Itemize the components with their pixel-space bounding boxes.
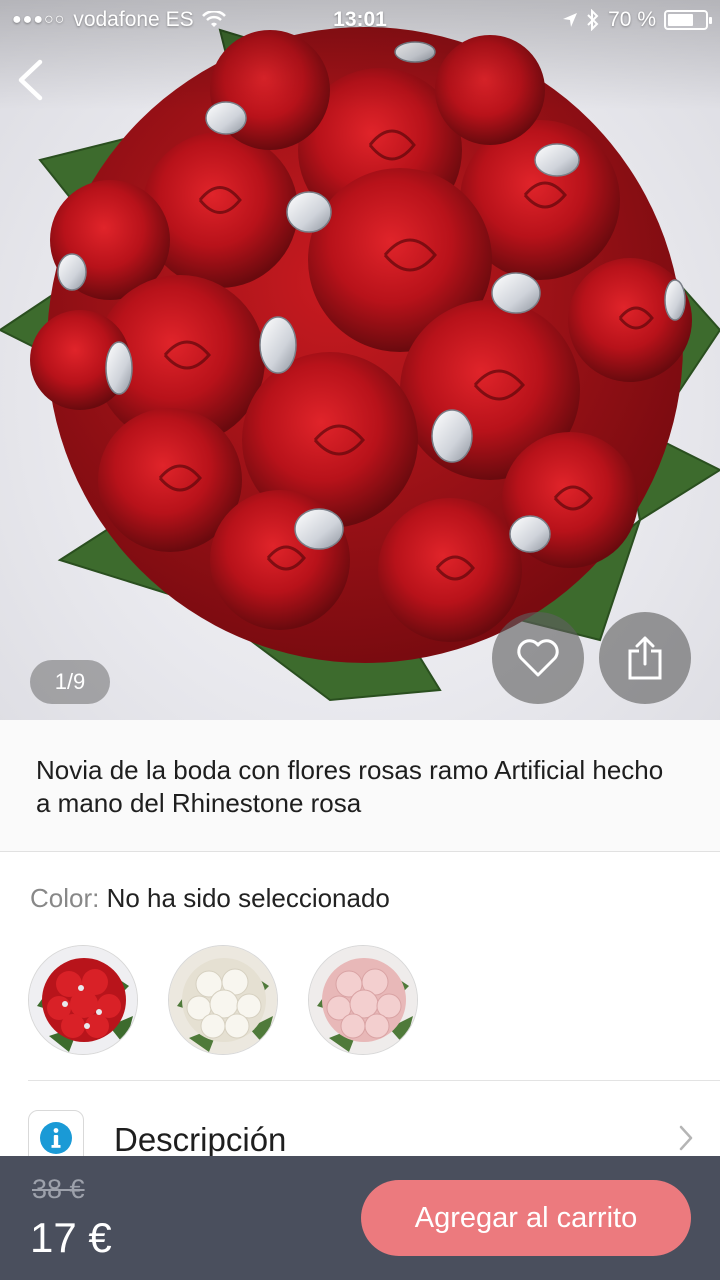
battery-icon [664,10,712,30]
pager-text: 1/9 [54,669,86,694]
status-bar: ●●●○○ vodafone ES 13:01 70 % [0,0,720,40]
battery-fill [668,14,694,26]
wifi-icon [201,11,226,27]
favorite-button[interactable] [492,612,584,704]
color-selected-value: No ha sido seleccionado [106,883,390,913]
share-button[interactable] [599,612,691,704]
color-swatches [28,945,418,1055]
battery-percentage: 70 % [608,8,656,31]
pink-bouquet-thumbnail [309,946,417,1054]
chevron-left-icon [18,59,43,101]
color-swatch-white[interactable] [168,945,278,1055]
color-selector: Color: No ha sido seleccionado [0,853,720,1083]
product-title: Novia de la boda con flores rosas ramo A… [36,755,664,818]
back-button[interactable] [10,56,50,104]
status-time: 13:01 [333,8,387,31]
chevron-right-icon [679,1125,693,1151]
bluetooth-icon [587,9,599,31]
product-photo [0,0,720,702]
color-label-row: Color: No ha sido seleccionado [30,883,390,914]
product-title-section: Novia de la boda con flores rosas ramo A… [0,720,720,852]
current-price: 17 € [30,1214,112,1261]
image-pager-indicator: 1/9 [30,660,110,704]
status-left: ●●●○○ vodafone ES [12,8,226,32]
color-swatch-red[interactable] [28,945,138,1055]
product-image-gallery[interactable]: ●●●○○ vodafone ES 13:01 70 % 1/9 [0,0,720,720]
purchase-bar: 38 € 17 € Agregar al carrito [0,1156,720,1280]
status-right: 70 % [562,8,712,32]
share-icon [628,636,662,680]
divider [28,1080,720,1081]
white-bouquet-thumbnail [169,946,277,1054]
original-price: 38 € [32,1174,85,1204]
info-icon [40,1122,72,1154]
heart-icon [517,639,559,677]
color-swatch-pink[interactable] [308,945,418,1055]
description-row[interactable]: Descripción [0,1084,720,1166]
red-bouquet-thumbnail [29,946,137,1054]
add-to-cart-button[interactable]: Agregar al carrito [361,1180,691,1256]
location-arrow-icon [563,13,578,27]
carrier-name: vodafone ES [73,8,194,31]
signal-strength: ●●●○○ [12,11,66,28]
color-label: Color: [30,883,100,913]
description-label: Descripción [114,1121,287,1158]
